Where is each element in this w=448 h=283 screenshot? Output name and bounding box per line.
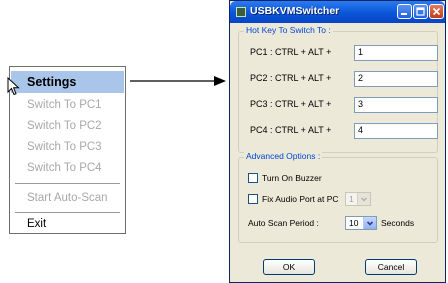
right-arrow-icon <box>130 76 226 86</box>
tray-context-menu: Settings Switch To PC1 Switch To PC2 Swi… <box>9 66 126 234</box>
fix-audio-port-checkbox[interactable] <box>248 194 258 204</box>
menu-separator <box>15 183 120 184</box>
mouse-cursor-icon <box>7 77 20 96</box>
title-bar[interactable]: USBKVMSwitcher <box>230 1 445 23</box>
menu-item-switch-pc3[interactable]: Switch To PC3 <box>11 136 124 158</box>
dialog-title: USBKVMSwitcher <box>250 5 340 17</box>
chevron-down-icon <box>357 193 370 205</box>
auto-scan-period-label: Auto Scan Period : <box>248 218 319 228</box>
menu-item-exit[interactable]: Exit <box>11 213 124 235</box>
auto-scan-period-select[interactable]: 10 <box>345 216 377 230</box>
pc4-hotkey-input[interactable]: 4 <box>354 123 438 139</box>
maximize-button[interactable] <box>413 4 428 19</box>
maximize-icon <box>416 7 425 16</box>
close-icon <box>432 7 441 16</box>
audio-port-select[interactable]: 1 <box>345 192 371 206</box>
hotkey-group: Hot Key To Switch To : PC1 : CTRL + ALT … <box>238 25 438 153</box>
chevron-down-icon <box>363 217 376 229</box>
auto-scan-period-value: 10 <box>349 218 359 228</box>
pc3-hotkey-label: PC3 : CTRL + ALT + <box>250 99 332 109</box>
pc4-hotkey-label: PC4 : CTRL + ALT + <box>250 125 332 135</box>
pc1-hotkey-input[interactable]: 1 <box>354 45 438 61</box>
app-icon <box>236 7 246 17</box>
advanced-options-group: Advanced Options : Turn On Buzzer Fix Au… <box>238 151 438 243</box>
menu-item-switch-pc1[interactable]: Switch To PC1 <box>11 94 124 116</box>
cancel-button[interactable]: Cancel <box>365 259 417 275</box>
turn-on-buzzer-label: Turn On Buzzer <box>262 173 322 183</box>
seconds-unit-label: Seconds <box>381 218 415 228</box>
settings-dialog: USBKVMSwitcher Hot Key To Switch To : PC… <box>229 0 446 283</box>
minimize-button[interactable] <box>397 4 412 19</box>
ok-button[interactable]: OK <box>263 259 315 275</box>
menu-item-settings[interactable]: Settings <box>11 71 124 93</box>
pc3-hotkey-input[interactable]: 3 <box>354 97 438 113</box>
pc1-hotkey-label: PC1 : CTRL + ALT + <box>250 47 332 57</box>
advanced-group-title: Advanced Options : <box>244 151 323 161</box>
pc2-hotkey-input[interactable]: 2 <box>354 71 438 87</box>
fix-audio-port-option[interactable]: Fix Audio Port at PC <box>248 193 339 205</box>
hotkey-group-title: Hot Key To Switch To : <box>244 25 333 35</box>
turn-on-buzzer-option[interactable]: Turn On Buzzer <box>248 172 322 184</box>
menu-item-switch-pc2[interactable]: Switch To PC2 <box>11 115 124 137</box>
fix-audio-port-label: Fix Audio Port at PC <box>262 194 339 204</box>
menu-item-start-auto-scan[interactable]: Start Auto-Scan <box>11 187 124 209</box>
turn-on-buzzer-checkbox[interactable] <box>248 173 258 183</box>
minimize-icon <box>401 13 407 15</box>
audio-port-value: 1 <box>349 194 354 204</box>
pc2-hotkey-label: PC2 : CTRL + ALT + <box>250 73 332 83</box>
close-button[interactable] <box>429 4 444 19</box>
menu-item-switch-pc4[interactable]: Switch To PC4 <box>11 157 124 179</box>
